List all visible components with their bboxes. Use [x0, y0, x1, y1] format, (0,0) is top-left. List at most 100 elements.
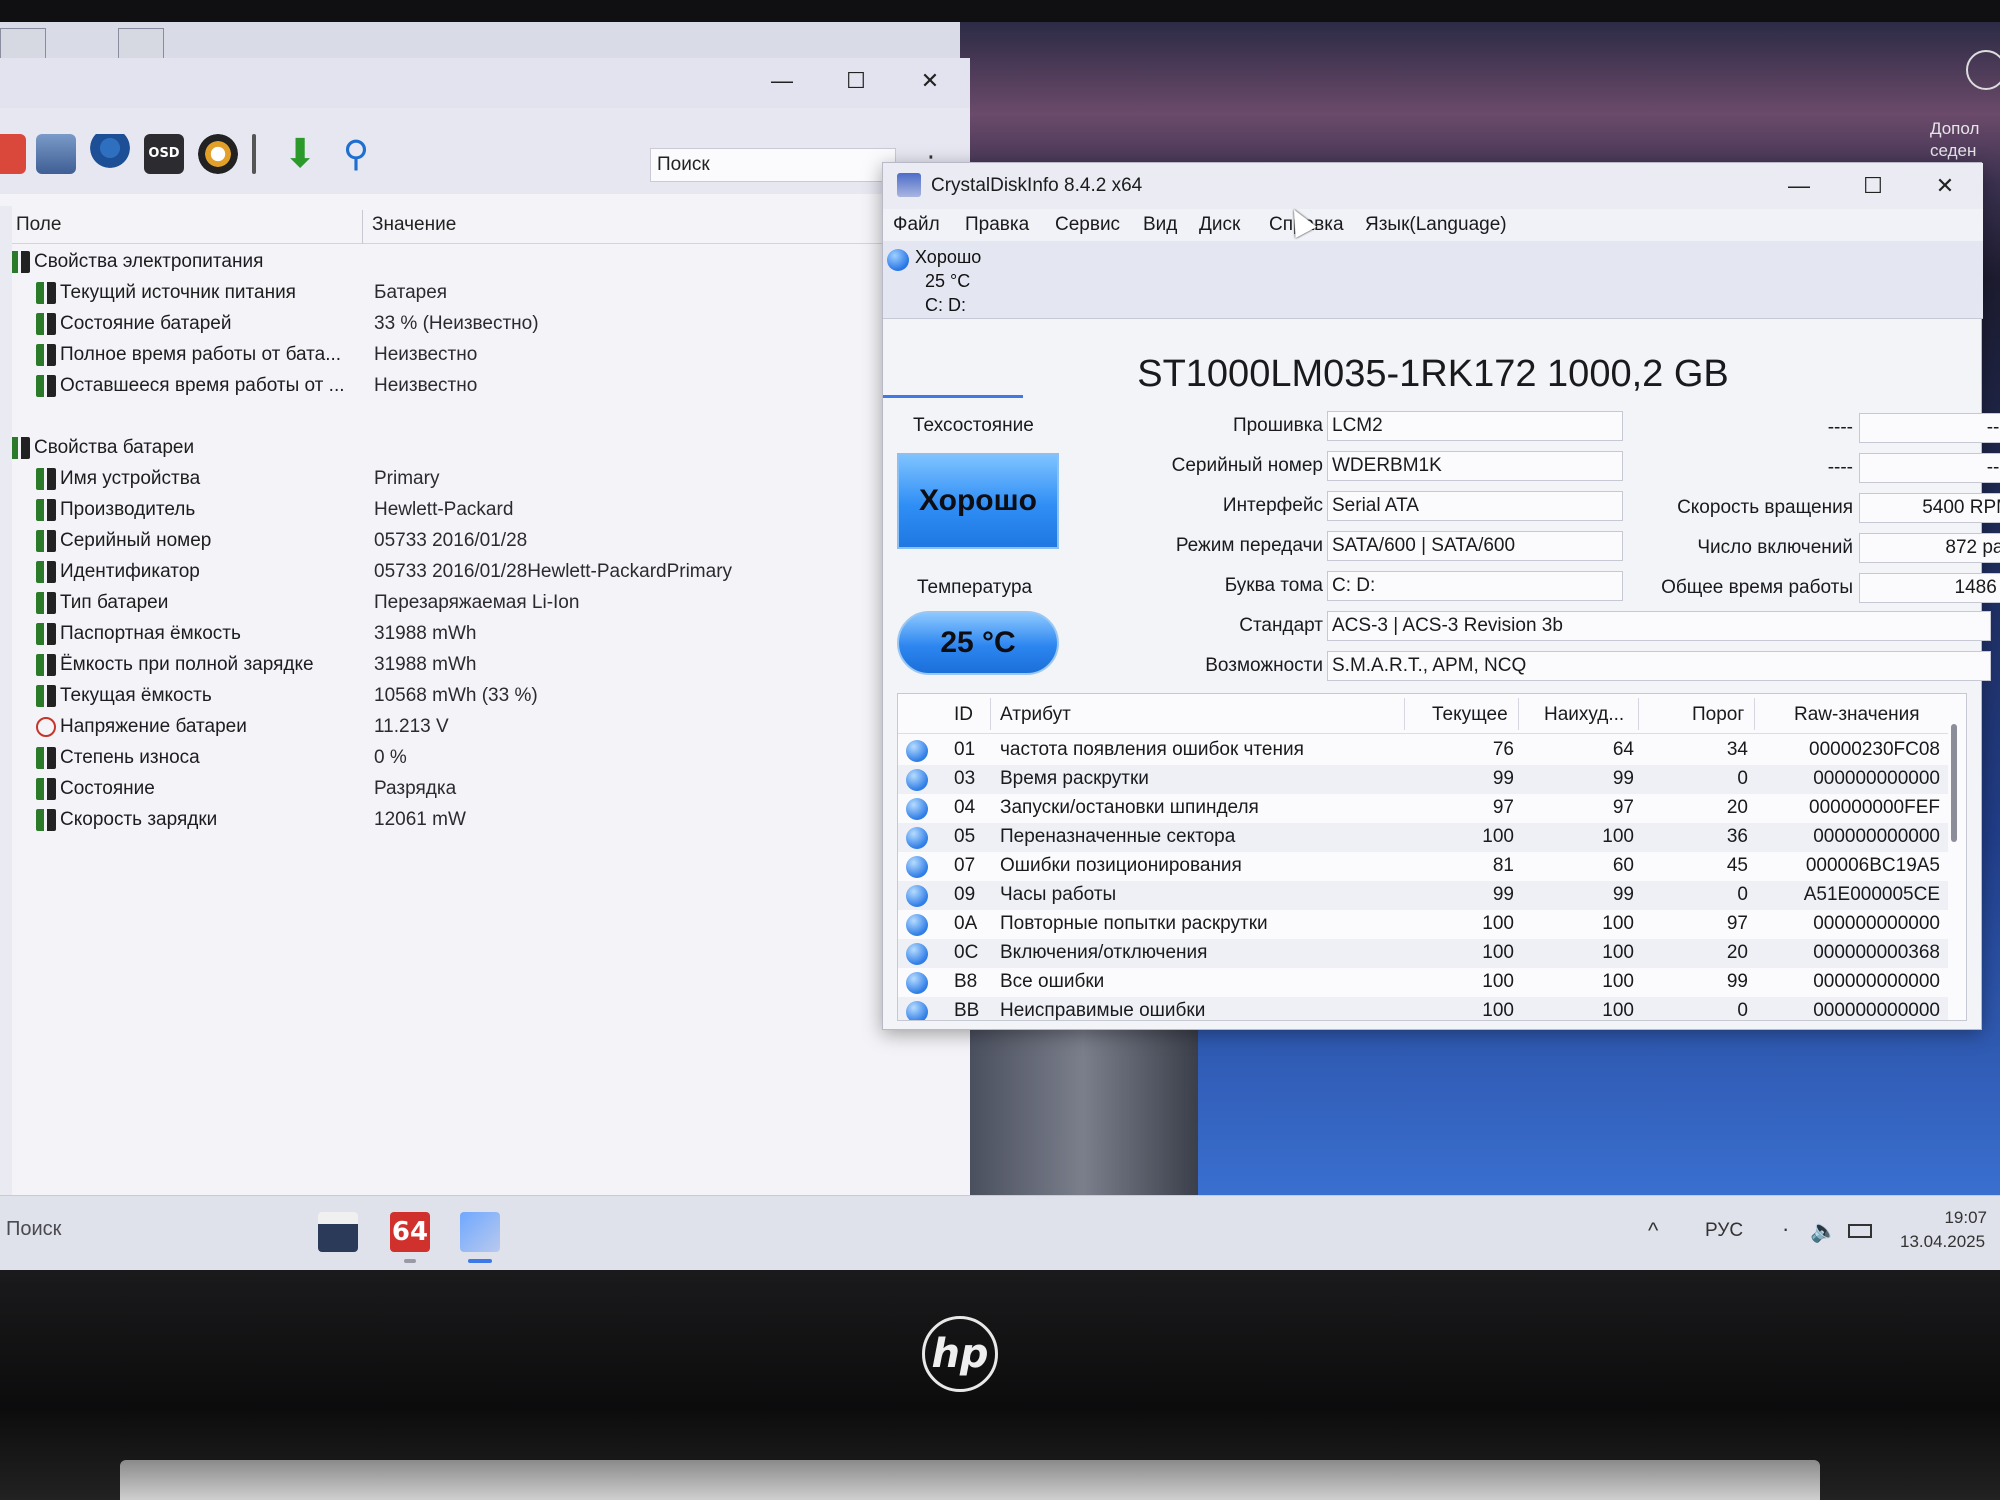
aida-property-row[interactable]: Состояние [36, 773, 155, 804]
smart-row[interactable]: B8 Все ошибки 100 100 99 000000000000 [898, 968, 1948, 997]
smart-worst: 100 [1602, 971, 1634, 992]
aida-group-header[interactable]: Свойства электропитания [10, 246, 263, 277]
aida-property-row[interactable]: Степень износа [36, 742, 200, 773]
aida-property-row[interactable]: Тип батареи [36, 587, 168, 618]
temperature-label: Температура [917, 577, 1033, 598]
smart-threshold: 0 [1737, 884, 1748, 905]
menu-edit[interactable]: Правка [965, 214, 1029, 236]
smart-status-icon [906, 740, 928, 762]
transfer-mode-value: SATA/600 | SATA/600 [1327, 531, 1623, 561]
aida-property-row[interactable]: Паспортная ёмкость [36, 618, 241, 649]
taskbar-search[interactable]: Поиск [6, 1218, 61, 1241]
aida-property-row[interactable]: Скорость зарядки [36, 804, 217, 835]
smart-scrollbar[interactable] [1951, 724, 1957, 842]
smart-id: 01 [954, 739, 976, 760]
col-attribute[interactable]: Атрибут [1000, 704, 1071, 726]
smart-threshold: 45 [1726, 855, 1748, 876]
aida-group-header[interactable]: Свойства батареи [10, 432, 194, 463]
aida-property-row[interactable]: Состояние батарей [36, 308, 231, 339]
disk-tab-state[interactable]: Хорошо [915, 247, 981, 268]
download-arrow-icon[interactable]: ⬇ [280, 134, 320, 174]
calendar-icon[interactable] [36, 134, 76, 174]
menu-disk[interactable]: Диск [1199, 214, 1240, 236]
smart-row[interactable]: 0C Включения/отключения 100 100 20 0000000003… [898, 939, 1948, 968]
aida-property-row[interactable]: Текущая ёмкость [36, 680, 212, 711]
smart-row[interactable]: BB Неисправимые ошибки 100 100 0 000000000000 [898, 997, 1948, 1021]
aida-property-row[interactable]: Оставшееся время работы от ... [36, 370, 345, 401]
user-icon[interactable] [90, 134, 130, 174]
col-current[interactable]: Текущее [1432, 704, 1508, 726]
smart-row[interactable]: 04 Запуски/остановки шпинделя 97 97 20 000000… [898, 794, 1948, 823]
crystaldiskinfo-taskbar-icon[interactable] [460, 1212, 500, 1252]
volume-icon[interactable]: 🔈 [1810, 1218, 1837, 1244]
aida-close-button[interactable]: ✕ [912, 66, 948, 96]
menu-language[interactable]: Язык(Language) [1365, 214, 1507, 236]
aida-scrollbar[interactable] [0, 206, 12, 1196]
disk-tab-temp[interactable]: 25 °C [925, 271, 970, 292]
smart-row[interactable]: 09 Часы работы 99 99 0 A51E000005CE [898, 881, 1948, 910]
report-icon[interactable] [0, 134, 26, 174]
search-icon[interactable]: ⚲ [336, 134, 376, 174]
language-indicator[interactable]: РУС [1705, 1220, 1743, 1242]
smart-row[interactable]: 01 частота появления ошибок чтения 76 64 34 0… [898, 736, 1948, 765]
col-id[interactable]: ID [954, 704, 973, 726]
aida-property-value: 31988 mWh [374, 654, 477, 675]
cdi-minimize-button[interactable]: — [1779, 171, 1819, 201]
battery-plug-icon [36, 312, 56, 335]
menu-view[interactable]: Вид [1143, 214, 1177, 236]
clock-date[interactable]: 13.04.2025 [1900, 1232, 1985, 1252]
gauge-icon[interactable] [198, 134, 238, 174]
temperature-badge[interactable]: 25 °C [897, 611, 1059, 675]
smart-row[interactable]: 0A Повторные попытки раскрутки 100 100 97 000… [898, 910, 1948, 939]
column-divider[interactable] [362, 210, 363, 244]
col-threshold[interactable]: Порог [1692, 704, 1744, 726]
clock-time[interactable]: 19:07 [1935, 1208, 1987, 1228]
network-icon[interactable]: · [1782, 1216, 1789, 1242]
battery-icon[interactable] [1848, 1224, 1872, 1238]
smart-attribute-name: Ошибки позиционирования [1000, 855, 1242, 876]
aida-minimize-button[interactable]: — [764, 66, 800, 96]
disk-status-icon[interactable] [887, 249, 909, 271]
battery-plug-icon [36, 591, 56, 614]
smart-row[interactable]: 07 Ошибки позиционирования 81 60 45 000006BC1… [898, 852, 1948, 881]
smart-threshold: 36 [1726, 826, 1748, 847]
aida-maximize-button[interactable]: ☐ [838, 66, 874, 96]
battery-plug-icon [36, 343, 56, 366]
smart-raw: 000000000000 [1813, 1000, 1940, 1021]
disk-tab-letters[interactable]: C: D: [925, 295, 966, 316]
column-value-header[interactable]: Значение [372, 214, 456, 236]
aida-property-label: Оставшееся время работы от ... [60, 375, 345, 396]
smart-row[interactable]: 03 Время раскрутки 99 99 0 000000000000 [898, 765, 1948, 794]
menu-service[interactable]: Сервис [1055, 214, 1120, 236]
col-raw[interactable]: Raw-значения [1794, 704, 1920, 726]
cdi-close-button[interactable]: ✕ [1925, 171, 1965, 201]
col-worst[interactable]: Наихуд... [1544, 704, 1624, 726]
aida64-taskbar-icon[interactable]: 64 [390, 1212, 430, 1252]
tray-chevron-icon[interactable]: ^ [1648, 1218, 1658, 1244]
desktop-icon[interactable] [118, 28, 164, 62]
desktop-icon[interactable] [0, 28, 46, 62]
aida-property-row[interactable]: Текущий источник питания [36, 277, 296, 308]
aida-property-label: Напряжение батареи [60, 716, 247, 737]
smart-row[interactable]: 05 Переназначенные сектора 100 100 36 0000000… [898, 823, 1948, 852]
smart-worst: 60 [1612, 855, 1634, 876]
smart-attribute-name: Неисправимые ошибки [1000, 1000, 1206, 1021]
osd-icon[interactable]: OSD [144, 134, 184, 174]
file-explorer-icon[interactable] [318, 1212, 358, 1252]
aida-property-row[interactable]: Идентификатор [36, 556, 200, 587]
battery-plug-icon [36, 374, 56, 397]
aida-property-row[interactable]: Ёмкость при полной зарядке [36, 649, 314, 680]
cdi-maximize-button[interactable]: ☐ [1853, 171, 1893, 201]
aida-property-row[interactable]: Напряжение батареи [36, 711, 247, 742]
activate-windows-text: Допол седен [1930, 119, 1980, 160]
aida-property-row[interactable]: Производитель [36, 494, 195, 525]
aida-property-row[interactable]: Имя устройства [36, 463, 200, 494]
health-status-button[interactable]: Хорошо [897, 453, 1059, 549]
aida-property-row[interactable]: Полное время работы от бата... [36, 339, 341, 370]
menu-file[interactable]: Файл [893, 214, 940, 236]
rotation-speed-label: Скорость вращения [1677, 497, 1853, 518]
column-field-header[interactable]: Поле [16, 214, 61, 236]
toolbar-separator [252, 134, 256, 174]
aida-property-row[interactable]: Серийный номер [36, 525, 211, 556]
aida-search-input[interactable]: Поиск [650, 148, 896, 182]
